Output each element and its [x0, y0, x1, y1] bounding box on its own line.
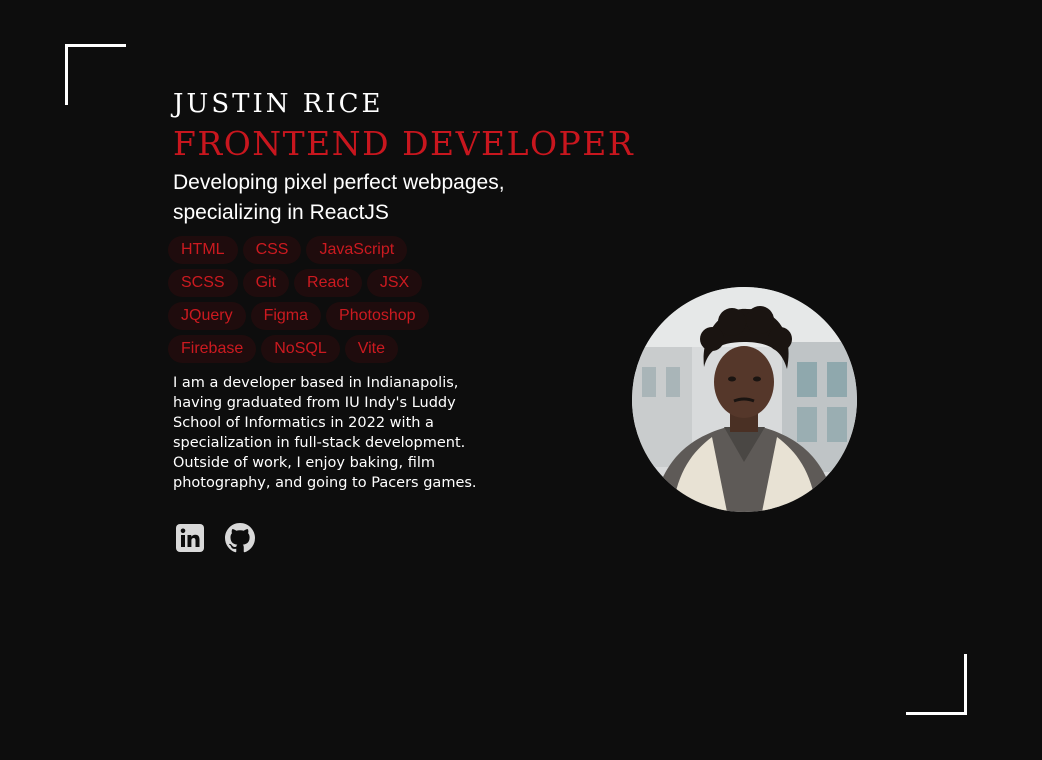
skill-tag-html: HTML [168, 236, 238, 264]
skill-tag-jquery: JQuery [168, 302, 246, 330]
skill-tag-scss: SCSS [168, 269, 238, 297]
bio-text: I am a developer based in Indianapolis, … [173, 375, 477, 491]
hero-section: JUSTIN RICE FRONTEND DEVELOPER Developin… [168, 86, 635, 553]
social-links [175, 523, 613, 553]
github-icon [225, 523, 255, 553]
skill-tag-javascript: JavaScript [306, 236, 408, 264]
skill-tag-firebase: Firebase [168, 335, 257, 363]
tagline: Developing pixel perfect webpages, speci… [173, 171, 505, 224]
skill-tag-react: React [294, 269, 362, 297]
skill-tag-jsx: JSX [366, 269, 423, 297]
skills-list: HTML CSS JavaScript SCSS Git React JSX J… [168, 236, 468, 363]
github-link[interactable] [225, 523, 255, 553]
linkedin-icon [176, 524, 204, 552]
profile-photo-illustration [632, 287, 857, 512]
skill-tag-nosql: NoSQL [261, 335, 340, 363]
corner-frame-bottom-right [906, 654, 967, 715]
skill-tag-photoshop: Photoshop [326, 302, 429, 330]
skill-tag-css: CSS [242, 236, 302, 264]
skill-tag-vite: Vite [344, 335, 398, 363]
profile-photo [632, 287, 857, 512]
developer-name: JUSTIN RICE [173, 89, 384, 119]
linkedin-link[interactable] [175, 523, 205, 553]
skill-tag-git: Git [242, 269, 290, 297]
developer-role: FRONTEND DEVELOPER [173, 124, 635, 163]
skill-tag-figma: Figma [250, 302, 322, 330]
corner-frame-top-left [65, 44, 126, 105]
